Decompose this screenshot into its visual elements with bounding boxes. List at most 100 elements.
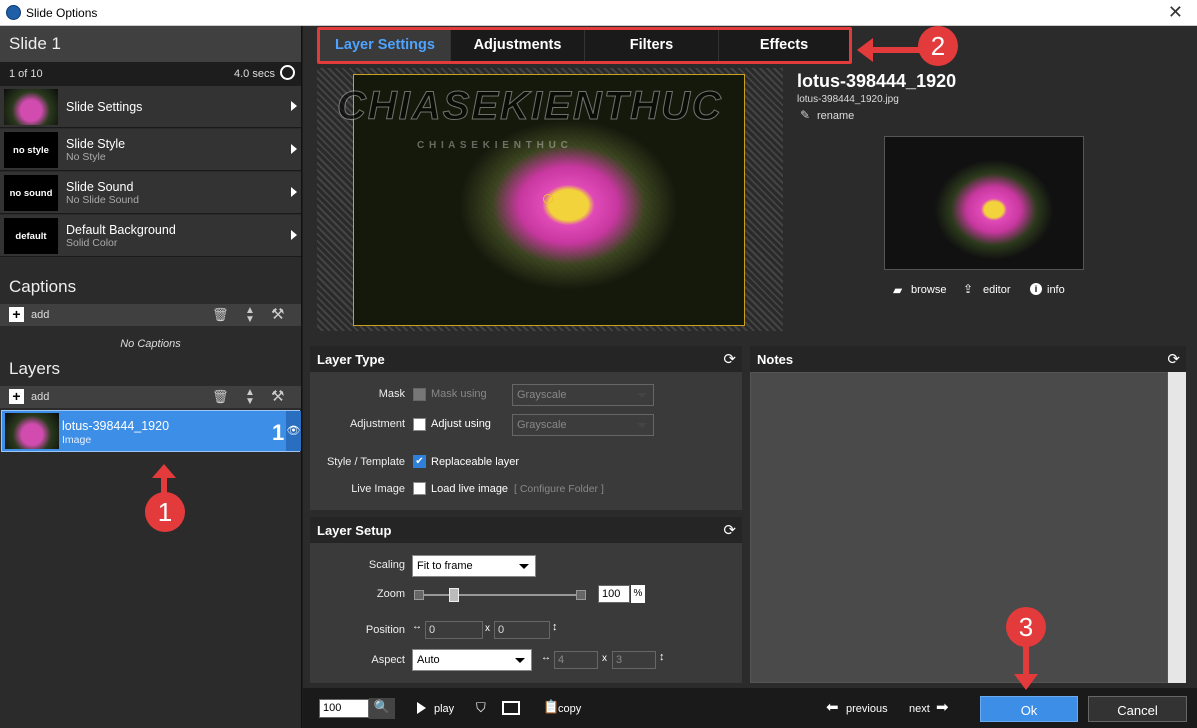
- layer-item[interactable]: lotus-398444_1920 Image 1 👁: [1, 410, 301, 452]
- layer-type-panel: Layer Type ⟳ Mask Mask using Grayscale A…: [310, 346, 742, 510]
- scaling-label: Scaling: [368, 559, 405, 571]
- folder-icon[interactable]: ▰: [893, 283, 902, 297]
- arrow-shaft: [1023, 646, 1029, 676]
- info-icon[interactable]: i: [1030, 283, 1042, 295]
- live-image-checkbox[interactable]: [413, 482, 426, 495]
- chevron-down-icon: [515, 658, 525, 663]
- vertical-arrows-icon: ↕: [552, 621, 558, 633]
- adjust-select-value: Grayscale: [517, 419, 567, 431]
- style-template-label: Style / Template: [326, 456, 405, 468]
- adjust-select[interactable]: Grayscale: [512, 414, 654, 436]
- live-check-label: Load live image: [431, 483, 509, 495]
- play-button[interactable]: play: [434, 703, 454, 715]
- tools-icon[interactable]: ⚒: [271, 387, 284, 405]
- default-background-sub: Solid Color: [66, 237, 118, 249]
- slide-info-strip: 1 of 10 4.0 secs: [0, 62, 301, 86]
- pencil-icon[interactable]: ✎: [800, 108, 810, 122]
- editor-icon[interactable]: ⇪: [963, 282, 973, 296]
- scrollbar[interactable]: [1168, 372, 1186, 683]
- cancel-button[interactable]: Cancel: [1088, 696, 1187, 722]
- mask-select[interactable]: Grayscale: [512, 384, 654, 406]
- no-captions-text: No Captions: [120, 338, 181, 350]
- layer-preview[interactable]: CHIASEKIENTHUC C H I A S E K I E N T H U…: [317, 68, 783, 331]
- position-y-input[interactable]: 0: [494, 621, 550, 639]
- aspect-select[interactable]: Auto: [412, 649, 532, 671]
- close-icon[interactable]: ✕: [1168, 2, 1183, 23]
- reset-icon[interactable]: ⟳: [723, 350, 736, 368]
- slider-min-icon[interactable]: [414, 590, 424, 600]
- add-layer-label[interactable]: add: [31, 391, 49, 403]
- chevron-right-icon: [291, 187, 297, 197]
- scaling-select[interactable]: Fit to frame: [412, 555, 536, 577]
- eye-icon[interactable]: 👁: [286, 411, 301, 451]
- slider-thumb[interactable]: [449, 588, 460, 602]
- add-caption-label[interactable]: add: [31, 309, 49, 321]
- layer-setup-panel: Layer Setup ⟳ Scaling Fit to frame Zoom …: [310, 517, 742, 683]
- default-background-label: Default Background: [66, 223, 176, 237]
- horizontal-arrows-icon: ↔: [412, 621, 422, 632]
- slide-position: 1 of 10: [9, 68, 43, 80]
- captions-header: Captions: [0, 269, 301, 305]
- reset-icon[interactable]: ⟳: [1167, 350, 1180, 368]
- zoom-input[interactable]: 100: [598, 585, 630, 603]
- arrow-right-icon[interactable]: ➡: [936, 698, 949, 716]
- tools-icon[interactable]: ⚒: [271, 305, 284, 323]
- adjustment-label: Adjustment: [349, 418, 405, 430]
- slide-settings-item[interactable]: Slide Settings: [0, 86, 301, 128]
- layer-type-header: Layer Type: [310, 346, 742, 372]
- mask-select-value: Grayscale: [517, 389, 567, 401]
- layers-toolbar: + add 🗑 ▲ ▼ ⚒: [0, 386, 301, 408]
- trash-icon[interactable]: 🗑: [212, 389, 229, 405]
- adjust-checkbox[interactable]: [413, 418, 426, 431]
- ok-button[interactable]: Ok: [980, 696, 1078, 722]
- clipboard-icon[interactable]: 📋: [543, 699, 559, 715]
- slide-sound-item[interactable]: no sound Slide Sound No Slide Sound: [0, 172, 301, 214]
- notes-textarea[interactable]: [750, 372, 1168, 683]
- add-layer-icon[interactable]: +: [9, 389, 24, 404]
- trash-icon[interactable]: 🗑: [212, 307, 229, 323]
- copy-button[interactable]: copy: [558, 703, 581, 715]
- reorder-icon[interactable]: ▲ ▼: [245, 306, 255, 325]
- window-title: Slide Options: [26, 6, 98, 20]
- rename-link[interactable]: rename: [817, 110, 854, 122]
- chevron-down-icon: [637, 423, 647, 428]
- aspect-label: Aspect: [371, 654, 405, 666]
- play-icon[interactable]: [417, 702, 426, 714]
- slide-sound-label: Slide Sound: [66, 180, 134, 194]
- zoom-unit: %: [631, 585, 645, 603]
- window-icon[interactable]: [502, 701, 520, 715]
- default-background-item[interactable]: default Default Background Solid Color: [0, 215, 301, 257]
- info-link[interactable]: info: [1047, 284, 1065, 296]
- slide-style-label: Slide Style: [66, 137, 126, 151]
- aspect-height-input[interactable]: 3: [612, 651, 656, 669]
- horizontal-arrows-icon: ↔: [541, 652, 551, 663]
- zoom-level-input[interactable]: 100: [319, 699, 369, 718]
- next-button[interactable]: next: [909, 703, 930, 715]
- arrow-left-icon[interactable]: ⬅: [826, 698, 839, 716]
- editor-link[interactable]: editor: [983, 284, 1011, 296]
- slide-sound-sub: No Slide Sound: [66, 194, 139, 206]
- file-name: lotus-398444_1920.jpg: [797, 94, 899, 105]
- marker-icon[interactable]: ⛉: [476, 700, 486, 716]
- magnifier-icon[interactable]: 🔍: [369, 698, 395, 719]
- position-x-input[interactable]: 0: [425, 621, 483, 639]
- callout-marker-2: 2: [918, 26, 958, 66]
- add-caption-icon[interactable]: +: [9, 307, 24, 322]
- slider-max-icon[interactable]: [576, 590, 586, 600]
- mask-checkbox[interactable]: [413, 388, 426, 401]
- reset-icon[interactable]: ⟳: [723, 521, 736, 539]
- live-image-label: Live Image: [351, 483, 405, 495]
- slide-style-item[interactable]: no style Slide Style No Style: [0, 129, 301, 171]
- position-label: Position: [365, 624, 405, 636]
- callout-marker-3: 3: [1006, 607, 1046, 647]
- previous-button[interactable]: previous: [846, 703, 888, 715]
- reorder-icon[interactable]: ▲ ▼: [245, 388, 255, 407]
- browse-link[interactable]: browse: [911, 284, 946, 296]
- zoom-slider[interactable]: [414, 588, 586, 602]
- replaceable-checkbox[interactable]: ✔: [413, 455, 426, 468]
- aspect-width-input[interactable]: 4: [554, 651, 598, 669]
- notes-header: Notes: [750, 346, 1186, 372]
- configure-folder-link[interactable]: [ Configure Folder ]: [514, 483, 604, 495]
- left-panel: Slide 1 1 of 10 4.0 secs Slide Settings …: [0, 26, 302, 728]
- center-handle[interactable]: [543, 194, 553, 204]
